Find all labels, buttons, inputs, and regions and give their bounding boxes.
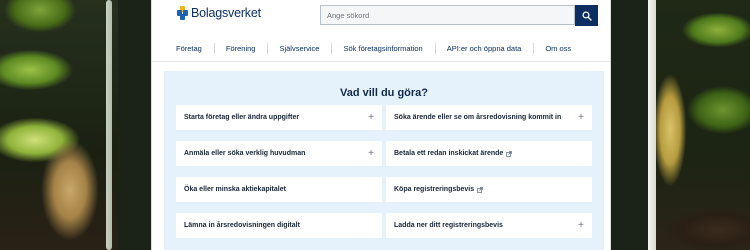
plus-icon: + (368, 147, 374, 159)
card-verklig-huvudman[interactable]: Anmäla eller söka verklig huvudman + (176, 141, 382, 166)
site-header: Bolagsverket (152, 0, 610, 33)
card-label: Söka ärende eller se om årsredovisning k… (394, 114, 562, 121)
card-label: Starta företag eller ändra uppgifter (184, 114, 300, 121)
plus-icon: + (578, 219, 584, 231)
panel-title: Vad vill du göra? (339, 87, 429, 99)
search-icon (581, 10, 592, 21)
logo-mark-icon (177, 6, 188, 20)
nav-item-om-oss[interactable]: Om oss (533, 36, 583, 61)
website-page: Bolagsverket Företag Förening Självservi… (152, 0, 610, 250)
nav-item-foretag[interactable]: Företag (152, 36, 214, 61)
card-soka-arende[interactable]: Söka ärende eller se om årsredovisning k… (386, 105, 592, 130)
card-label: Ladda ner ditt registreringsbevis (394, 222, 503, 229)
card-label: Öka eller minska aktiekapitalet (184, 186, 286, 193)
background-plant-right (648, 0, 750, 250)
background-plant-left (0, 0, 118, 250)
card-ladda-ner-registreringsbevis[interactable]: Ladda ner ditt registreringsbevis + (386, 213, 592, 238)
card-label-group: Betala ett redan inskickat ärende (394, 150, 513, 157)
card-aktiekapital[interactable]: Öka eller minska aktiekapitalet (176, 177, 382, 202)
plus-icon: + (368, 111, 374, 123)
card-label: Anmäla eller söka verklig huvudman (184, 150, 306, 157)
nav-item-sok-foretagsinformation[interactable]: Sök företagsinformation (331, 36, 434, 61)
external-link-icon (477, 186, 483, 193)
card-starta-foretag[interactable]: Starta företag eller ändra uppgifter + (176, 105, 382, 130)
card-label-group: Köpa registreringsbevis (394, 186, 483, 193)
search-button[interactable] (575, 5, 598, 26)
nav-item-forening[interactable]: Förening (213, 36, 268, 61)
what-to-do-panel: Vad vill du göra? Starta företag eller ä… (164, 71, 604, 250)
nav-item-api-oppna-data[interactable]: API:er och öppna data (434, 36, 534, 61)
card-betala-arende[interactable]: Betala ett redan inskickat ärende (386, 141, 592, 166)
plus-icon: + (578, 111, 584, 123)
card-label: Betala ett redan inskickat ärende (394, 150, 504, 157)
nav-item-sjalvservice[interactable]: Självservice (267, 36, 331, 61)
external-link-icon (506, 150, 513, 157)
card-kopa-registreringsbevis[interactable]: Köpa registreringsbevis (386, 177, 592, 202)
card-label: Lämna in årsredovisningen digitalt (184, 222, 300, 229)
card-arsredovisning-digitalt[interactable]: Lämna in årsredovisningen digitalt (176, 213, 382, 238)
search-input[interactable] (320, 5, 575, 25)
card-label: Köpa registreringsbevis (394, 186, 475, 193)
logo-text: Bolagsverket (191, 6, 261, 20)
main-navigation: Företag Förening Självservice Sök företa… (152, 36, 610, 62)
bolagsverket-logo[interactable]: Bolagsverket (177, 6, 261, 20)
